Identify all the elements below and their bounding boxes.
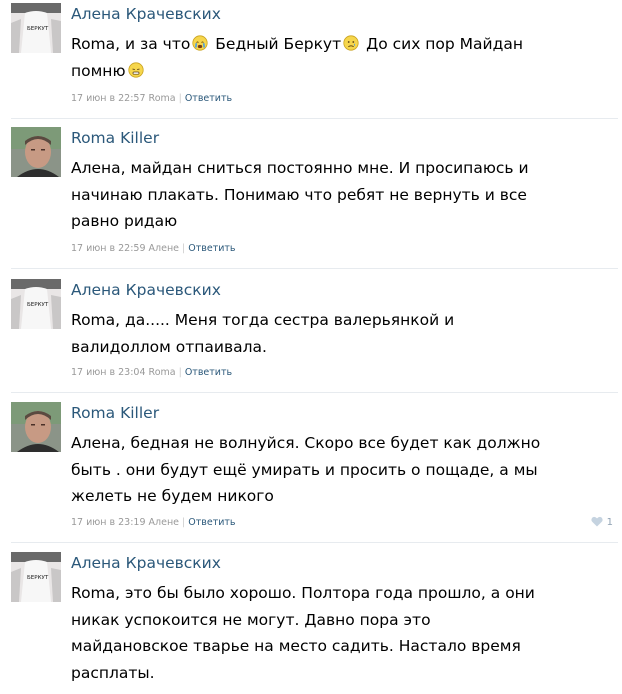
comment-date[interactable]: 17 июн в 23:04 [71,367,146,378]
svg-text:БЕРКУТ: БЕРКУТ [27,302,49,308]
comment-divider [11,542,618,543]
author-name[interactable]: Roma Killer [71,129,159,147]
comment-divider [11,268,618,269]
like-button[interactable]: 1 [591,516,613,528]
avatar[interactable]: БЕРКУТ [11,3,61,53]
comment-text: Roma, и за что Бедный Беркут До сих пор … [71,33,523,80]
comment-divider [11,392,618,393]
avatar[interactable] [11,402,61,452]
comment: БЕРКУТ Алена Крачевских Roma, да..... Ме… [0,276,622,394]
avatar[interactable]: БЕРКУТ [11,552,61,602]
reply-to-name[interactable]: Алене [149,517,179,528]
avatar[interactable] [11,127,61,177]
comment: Roma Killer Алена, бедная не волнуйся. С… [0,399,622,544]
author-name[interactable]: Алена Крачевских [71,554,221,572]
comment-text: Roma, да..... Меня тогда сестра валерьян… [71,311,455,356]
heart-icon [591,516,604,527]
comment: БЕРКУТ Алена Крачевских Roma, это бы был… [0,549,622,694]
reply-button[interactable]: Ответить [185,367,232,378]
reply-to-name[interactable]: Roma [149,93,176,104]
comment-meta: 17 июн в 22:59 Алене | Ответить [71,243,236,254]
comment-date[interactable]: 17 июн в 22:59 [71,243,146,254]
reply-button[interactable]: Ответить [188,517,235,528]
comment-text: Алена, майдан сниться постоянно мне. И п… [71,159,529,230]
reply-to-name[interactable]: Roma [149,367,176,378]
crying-emoji-icon [192,33,208,51]
comment-date[interactable]: 17 июн в 22:57 [71,93,146,104]
sad-emoji-icon [343,33,359,51]
reply-button[interactable]: Ответить [185,93,232,104]
comment: Roma Killer Алена, майдан сниться постоя… [0,124,622,269]
svg-text:БЕРКУТ: БЕРКУТ [27,26,49,32]
svg-text:БЕРКУТ: БЕРКУТ [27,575,49,581]
comment-text: Алена, бедная не волнуйся. Скоро все буд… [71,434,541,505]
like-count: 1 [606,517,613,528]
avatar[interactable]: БЕРКУТ [11,279,61,329]
author-name[interactable]: Алена Крачевских [71,5,221,23]
comment-date[interactable]: 17 июн в 23:19 [71,517,146,528]
reply-button[interactable]: Ответить [188,243,235,254]
sad-emoji-icon [127,60,144,78]
comment-meta: 17 июн в 22:57 Roma | Ответить [71,93,233,104]
reply-to-name[interactable]: Алене [149,243,179,254]
comment-meta: 17 июн в 23:04 Roma | Ответить [71,367,233,378]
author-name[interactable]: Алена Крачевских [71,281,221,299]
author-name[interactable]: Roma Killer [71,404,159,422]
comment-text: Roma, это бы было хорошо. Полтора года п… [71,584,535,682]
comment: БЕРКУТ Алена Крачевских Roma, и за что Б… [0,0,622,120]
comment-divider [11,118,618,119]
comment-meta: 17 июн в 23:19 Алене | Ответить [71,517,236,528]
